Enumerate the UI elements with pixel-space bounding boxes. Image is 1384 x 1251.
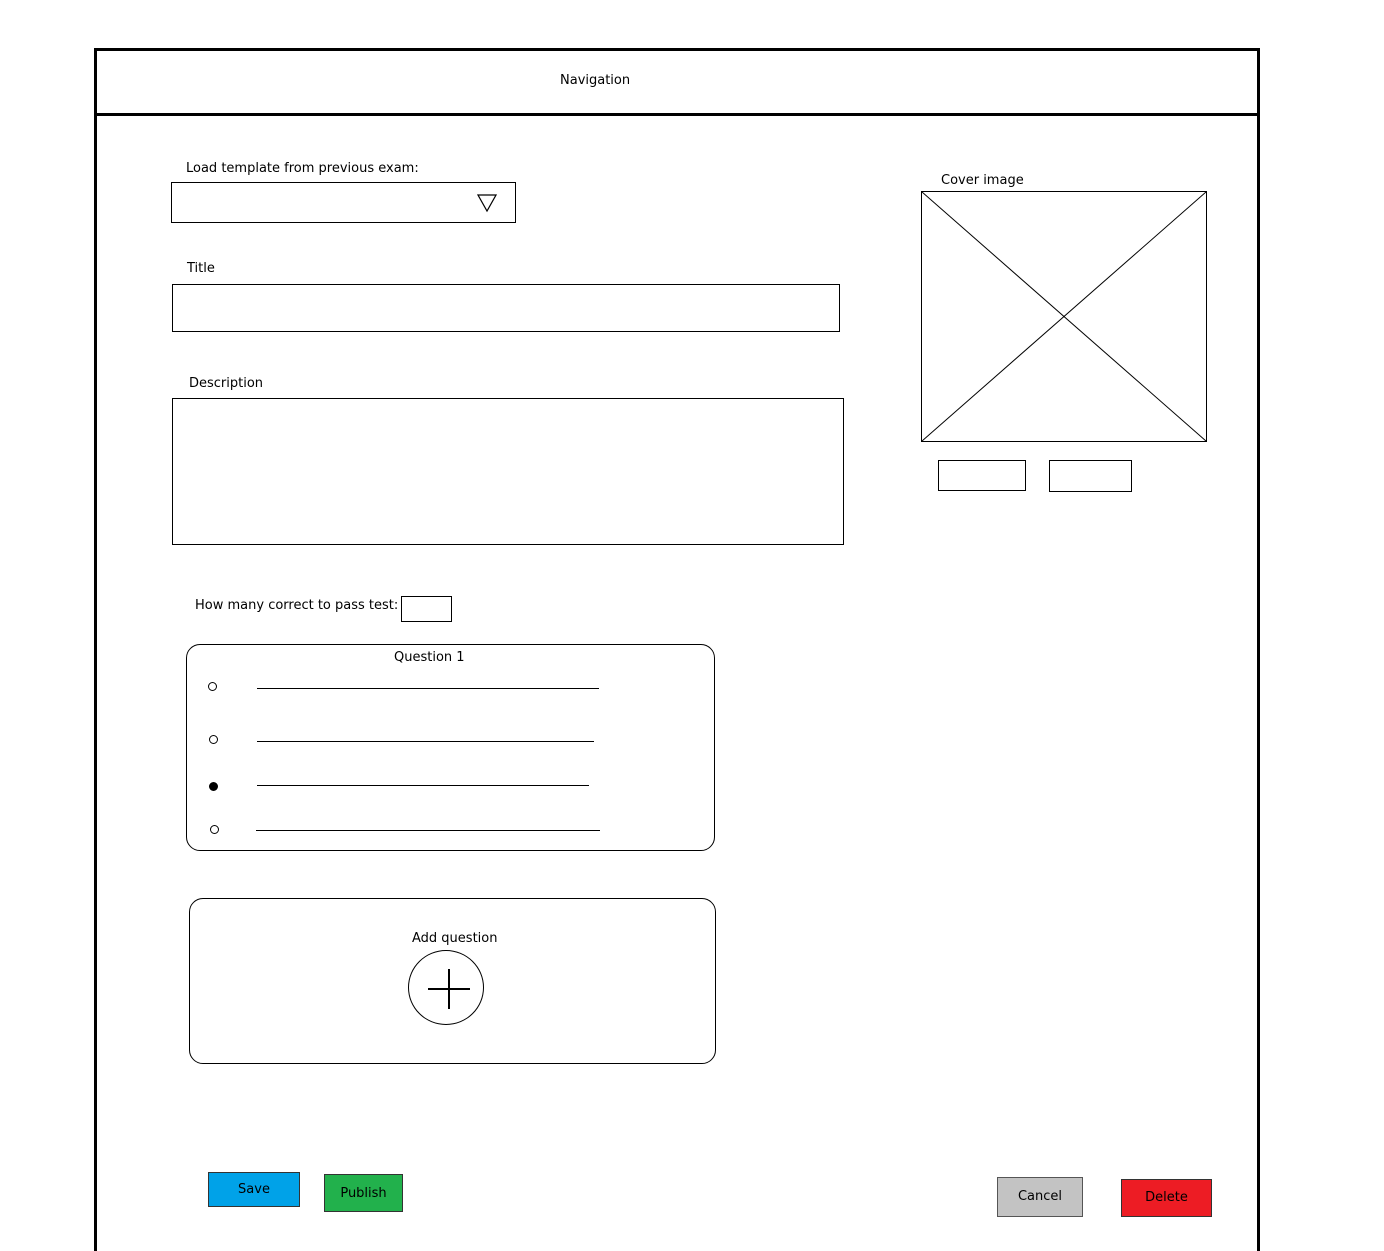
- answer-radio-1[interactable]: [208, 682, 217, 691]
- cover-upload-button[interactable]: [938, 460, 1026, 491]
- add-question-label: Add question: [412, 931, 498, 946]
- pass-threshold-label: How many correct to pass test:: [195, 598, 399, 613]
- answer-radio-4[interactable]: [210, 825, 219, 834]
- title-label: Title: [187, 261, 215, 276]
- cover-image-placeholder[interactable]: [921, 191, 1207, 442]
- navigation-divider: [94, 113, 1260, 116]
- navigation-bar[interactable]: Navigation: [560, 73, 630, 88]
- plus-icon: [428, 969, 470, 1009]
- pass-threshold-input[interactable]: [401, 596, 452, 622]
- answer-line-2[interactable]: [257, 741, 594, 742]
- delete-button[interactable]: Delete: [1121, 1179, 1212, 1217]
- triangle-down-icon: [477, 194, 497, 213]
- template-dropdown[interactable]: [171, 182, 516, 223]
- answer-line-4[interactable]: [256, 830, 600, 831]
- description-label: Description: [189, 376, 264, 391]
- question-title: Question 1: [394, 650, 465, 665]
- add-question-button[interactable]: [408, 950, 484, 1025]
- answer-line-1[interactable]: [257, 688, 599, 689]
- answer-radio-3[interactable]: [209, 782, 218, 791]
- image-placeholder-icon: [922, 192, 1206, 441]
- answer-radio-2[interactable]: [209, 735, 218, 744]
- cover-remove-button[interactable]: [1049, 460, 1132, 492]
- publish-button[interactable]: Publish: [324, 1174, 403, 1212]
- cover-image-label: Cover image: [941, 173, 1024, 188]
- save-button[interactable]: Save: [208, 1172, 300, 1207]
- cancel-button[interactable]: Cancel: [997, 1177, 1083, 1217]
- question-card: [186, 644, 715, 851]
- description-textarea[interactable]: [172, 398, 844, 545]
- template-label: Load template from previous exam:: [186, 161, 419, 176]
- title-input[interactable]: [172, 284, 840, 332]
- answer-line-3[interactable]: [257, 785, 589, 786]
